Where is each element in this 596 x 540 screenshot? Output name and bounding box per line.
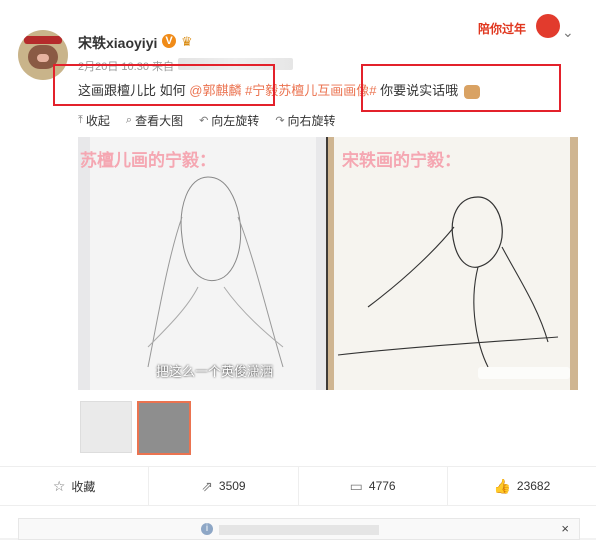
post-actions: ☆ 收藏 ⇗ 3509 ▭ 4776 👍 23682	[0, 466, 596, 506]
like-button[interactable]: 👍 23682	[446, 467, 596, 505]
collapse-icon: ⤒	[78, 114, 83, 126]
left-drawing: 苏檀儿画的宁毅： 把这么一个英俊潇洒	[78, 137, 326, 390]
rotate-left-icon: ↶	[199, 115, 209, 127]
thumbnail-2[interactable]	[137, 401, 191, 455]
rotate-right-label: 向右旋转	[287, 114, 336, 128]
rotate-right-button[interactable]: ↷ 向右旋转	[275, 112, 335, 129]
comment-count: 4776	[368, 479, 396, 493]
like-count: 23682	[516, 479, 551, 493]
like-icon: 👍	[493, 477, 511, 494]
right-caption: 宋轶画的宁毅：	[342, 151, 461, 170]
view-large-label: 查看大图	[135, 114, 184, 128]
view-large-icon: ⌕	[125, 114, 133, 126]
watermark-blur	[478, 367, 570, 379]
repost-button[interactable]: ⇗ 3509	[148, 467, 297, 505]
right-sketch	[337, 196, 559, 368]
comment-notice-bar: i ×	[18, 518, 580, 540]
close-icon[interactable]: ×	[561, 521, 569, 536]
weibo-post-card: 宋轶xiaoyiyi V ♛ 2月20日 10:30 来自 陪你过年 ⌄ 这画跟…	[0, 0, 596, 540]
collapse-button[interactable]: ⤒ 收起	[78, 112, 110, 129]
chevron-down-icon[interactable]: ⌄	[562, 24, 574, 41]
thumbnail-1[interactable]	[80, 401, 132, 453]
highlight-box-left	[53, 64, 275, 106]
video-subtitle: 把这么一个英俊潇洒	[156, 364, 274, 379]
rotate-left-button[interactable]: ↶ 向左旋转	[199, 112, 259, 129]
star-icon: ☆	[52, 477, 66, 494]
comment-notice-blur	[219, 525, 379, 535]
lantern-icon	[536, 14, 560, 38]
info-icon: i	[201, 523, 213, 535]
username[interactable]: 宋轶xiaoyiyi	[78, 33, 157, 53]
comment-icon: ▭	[349, 477, 363, 494]
promo-text: 陪你过年	[478, 22, 527, 36]
repost-count: 3509	[218, 479, 246, 493]
vip-crown-icon: ♛	[181, 34, 193, 49]
left-caption: 苏檀儿画的宁毅：	[80, 151, 216, 170]
post-image[interactable]: 苏檀儿画的宁毅： 把这么一个英俊潇洒 宋轶画的宁毅：	[78, 137, 578, 390]
image-toolbar: ⤒ 收起 ⌕ 查看大图 ↶ 向左旋转 ↷ 向右旋转	[78, 112, 336, 129]
avatar-nose	[37, 54, 49, 62]
avatar-band	[24, 36, 62, 44]
favorite-button[interactable]: ☆ 收藏	[0, 467, 148, 505]
rotate-right-icon: ↷	[275, 115, 285, 127]
collapse-label: 收起	[85, 114, 110, 128]
left-sketch	[147, 176, 284, 368]
thumbnail-strip	[80, 401, 191, 455]
verified-badge: V	[162, 34, 176, 48]
promo-badge[interactable]: 陪你过年	[474, 14, 560, 42]
view-large-button[interactable]: ⌕ 查看大图	[126, 112, 183, 129]
comment-button[interactable]: ▭ 4776	[297, 467, 447, 505]
favorite-label: 收藏	[71, 479, 96, 494]
right-drawing: 宋轶画的宁毅：	[328, 137, 578, 390]
repost-icon: ⇗	[201, 477, 213, 494]
rotate-left-label: 向左旋转	[211, 114, 260, 128]
highlight-box-right	[361, 64, 561, 112]
